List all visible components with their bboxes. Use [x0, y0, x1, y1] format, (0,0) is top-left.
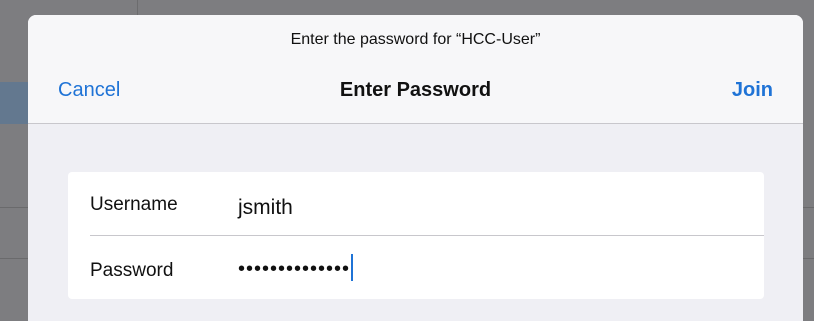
background-divider: [803, 207, 814, 208]
background-divider: [0, 258, 28, 259]
password-row[interactable]: Password ••••••••••••••: [68, 236, 764, 299]
dialog-title: Enter Password: [339, 79, 492, 101]
password-field[interactable]: ••••••••••••••: [238, 258, 350, 280]
background-divider: [0, 207, 28, 208]
background-divider: [137, 0, 138, 15]
join-button[interactable]: Join: [732, 79, 773, 102]
background-sidebar-button: [0, 82, 28, 124]
text-cursor: [351, 254, 354, 281]
credentials-form: Username jsmith Password ••••••••••••••: [68, 172, 764, 299]
dialog-navigation-bar: Enter the password for “HCC-User” Cancel…: [28, 15, 803, 124]
background-status-bar: [368, 0, 448, 8]
username-field[interactable]: jsmith: [238, 196, 293, 220]
dimmed-background: Enter the password for “HCC-User” Cancel…: [0, 0, 814, 321]
password-label: Password: [90, 260, 174, 281]
username-row[interactable]: Username jsmith: [68, 172, 764, 235]
background-divider: [803, 258, 814, 259]
username-label: Username: [90, 194, 178, 215]
password-dialog: Enter the password for “HCC-User” Cancel…: [28, 15, 803, 321]
dialog-prompt: Enter the password for “HCC-User”: [290, 31, 541, 48]
password-field-container[interactable]: ••••••••••••••: [238, 254, 354, 283]
